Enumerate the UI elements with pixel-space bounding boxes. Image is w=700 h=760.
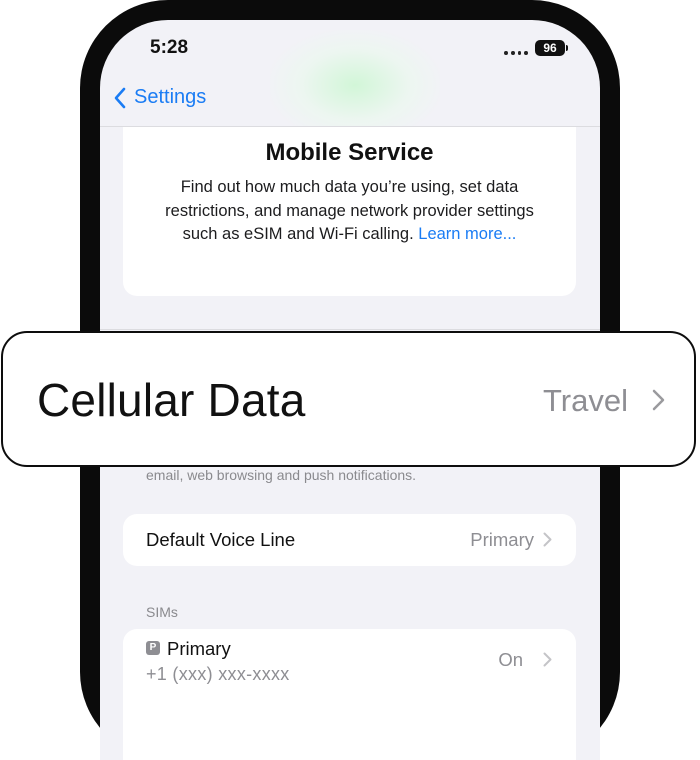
cellular-data-footer: email, web browsing and push notificatio… xyxy=(146,467,417,483)
battery-icon: 96 xyxy=(535,40,568,56)
sim-row-primary[interactable]: P Primary +1 (xxx) xxx-xxxx On xyxy=(123,629,576,760)
learn-more-link[interactable]: Learn more... xyxy=(418,225,516,243)
sim-phone-number: +1 (xxx) xxx-xxxx xyxy=(146,664,290,684)
info-card-description: Find out how much data you’re using, set… xyxy=(159,176,540,247)
cellular-signal-icon xyxy=(504,47,528,55)
chevron-right-icon xyxy=(543,652,552,667)
default-voice-line-value: Primary xyxy=(470,529,534,550)
chevron-right-icon xyxy=(543,532,552,547)
sim-badge-icon: P xyxy=(146,641,160,655)
cellular-data-label: Cellular Data xyxy=(37,374,306,426)
back-button[interactable]: Settings xyxy=(114,86,206,109)
chevron-right-icon xyxy=(652,389,665,411)
default-voice-line-label: Default Voice Line xyxy=(146,529,296,550)
sim-name: Primary xyxy=(167,638,231,659)
sim-status: On xyxy=(498,649,523,670)
back-button-label: Settings xyxy=(134,86,207,108)
info-card-title: Mobile Service xyxy=(265,139,434,166)
chevron-left-icon xyxy=(114,87,126,108)
cellular-data-value: Travel xyxy=(543,383,628,418)
default-voice-line-row[interactable]: Default Voice Line Primary xyxy=(123,514,576,566)
info-card: Mobile Service Find out how much data yo… xyxy=(123,127,576,296)
cellular-data-row[interactable]: Cellular Data Travel xyxy=(1,331,696,467)
sims-section-header: SIMs xyxy=(146,604,178,620)
status-bar: 5:28 96 xyxy=(100,20,600,76)
status-time: 5:28 xyxy=(150,37,189,58)
section-divider xyxy=(100,329,600,330)
